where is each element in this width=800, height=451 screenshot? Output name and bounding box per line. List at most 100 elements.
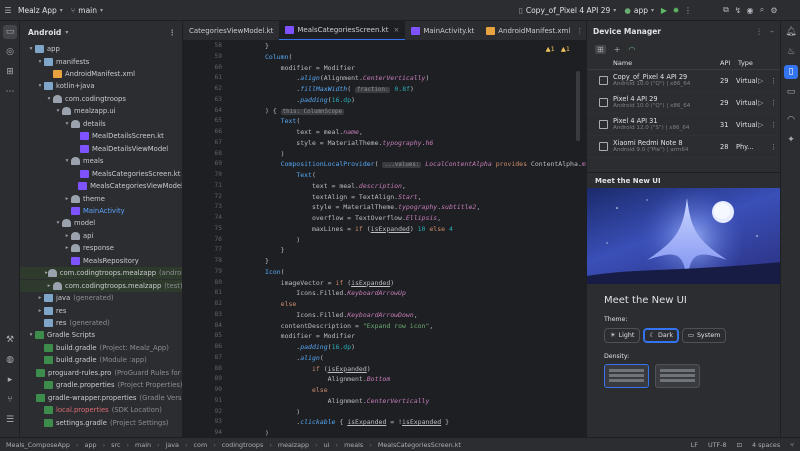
device-row[interactable]: Pixel 4 API 29 Android 10.0 ("Q") | x86_6…	[587, 92, 780, 114]
indent-setting[interactable]: 4 spaces	[752, 441, 780, 449]
editor-tab[interactable]: AndroidManifest.xml	[480, 21, 576, 40]
breadcrumb-item[interactable]: src	[111, 441, 120, 449]
tree-item[interactable]: MealsCategoriesViewModel	[20, 180, 182, 192]
apply-changes-icon[interactable]: ↯	[732, 4, 744, 16]
play-icon[interactable]: ▷	[758, 121, 763, 129]
breadcrumb-item[interactable]: codingtroops	[222, 441, 264, 449]
expand-arrow-icon[interactable]: ▸	[63, 245, 71, 251]
wifi-pair-icon[interactable]: ◠	[628, 45, 635, 54]
expand-arrow-icon[interactable]: ▾	[36, 59, 44, 65]
tree-item[interactable]: ▸ com.codingtroops.mealzapp (test)	[20, 279, 182, 292]
profile-icon[interactable]: ◉	[744, 4, 756, 16]
wifi-icon[interactable]: ◠	[784, 113, 798, 127]
tree-item[interactable]: settings.gradle (Project Settings)	[20, 417, 182, 429]
play-icon[interactable]: ▷	[758, 99, 763, 107]
expand-arrow-icon[interactable]: ▸	[45, 283, 53, 289]
tree-item[interactable]: build.gradle (Module :app)	[20, 354, 182, 366]
breadcrumb-item[interactable]: main	[135, 441, 151, 449]
lock-icon[interactable]: ⊡	[737, 441, 742, 449]
more-icon[interactable]: ⋮	[682, 4, 694, 16]
theme-option-dark[interactable]: ☾ Dark	[643, 328, 679, 343]
tree-item[interactable]: build.gradle (Project: Mealz_App)	[20, 342, 182, 354]
device-selector[interactable]: ▯ Copy_of_Pixel 4 API 29 ▾	[515, 6, 621, 15]
more-icon[interactable]: ⋮	[770, 77, 777, 85]
expand-arrow-icon[interactable]: ▾	[36, 83, 44, 89]
expand-arrow-icon[interactable]: ▾	[27, 332, 35, 338]
breadcrumb-item[interactable]: com	[194, 441, 208, 449]
project-selector[interactable]: Mealz App ▾	[14, 6, 67, 15]
breadcrumb-item[interactable]: mealzapp	[278, 441, 309, 449]
run-config-selector[interactable]: ● app ▾	[620, 6, 658, 15]
group-icon[interactable]: ⊞	[595, 44, 606, 54]
tree-item[interactable]: MealDetailsViewModel	[20, 143, 182, 155]
tree-item[interactable]: MealDetailsScreen.kt	[20, 130, 182, 142]
folder-icon[interactable]: ▭	[3, 25, 17, 39]
project-view-selector[interactable]: Android ▾ ⋮	[20, 21, 182, 43]
theme-option-light[interactable]: ☀ Light	[604, 328, 641, 343]
tree-item[interactable]: ▾ app	[20, 43, 182, 55]
tree-item[interactable]: ▾ Gradle Scripts	[20, 329, 182, 341]
main-menu-icon[interactable]: ☰	[2, 4, 14, 16]
add-icon[interactable]: +	[614, 45, 621, 54]
run-icon[interactable]: ▶	[658, 4, 670, 16]
file-encoding[interactable]: UTF-8	[708, 441, 727, 449]
tree-item[interactable]: ▸ res	[20, 304, 182, 316]
device-manager-icon[interactable]: ▯	[784, 65, 798, 79]
expand-arrow-icon[interactable]: ▸	[63, 233, 71, 239]
device-mirror-icon[interactable]: ⧉	[720, 4, 732, 16]
search-icon[interactable]: ⌕	[756, 4, 768, 16]
problems-icon[interactable]: ◍	[3, 353, 17, 367]
vcs-icon[interactable]: ⑂	[790, 441, 794, 449]
git-icon[interactable]: ⑂	[3, 393, 17, 407]
expand-arrow-icon[interactable]: ▾	[63, 121, 71, 127]
tree-item[interactable]: res (generated)	[20, 317, 182, 329]
breadcrumb-item[interactable]: MealsCategoriesScreen.kt	[378, 441, 461, 449]
tree-item[interactable]: ▾ manifests	[20, 55, 182, 67]
more-icon[interactable]: ⋮	[770, 99, 777, 107]
editor-scrollbar[interactable]	[576, 71, 580, 141]
more-icon[interactable]: ⋮	[169, 28, 177, 37]
tree-item[interactable]: MainActivity	[20, 205, 182, 217]
emulator-icon[interactable]: ▭	[784, 85, 798, 99]
device-row[interactable]: Xiaomi Redmi Note 8 Android 9.0 ("Pie") |…	[587, 136, 780, 158]
tree-item[interactable]: ▾ details	[20, 118, 182, 130]
expand-arrow-icon[interactable]: ▸	[63, 196, 71, 202]
debug-icon[interactable]: ✹	[670, 4, 682, 16]
logcat-icon[interactable]: ☰	[3, 413, 17, 427]
expand-arrow-icon[interactable]: ▾	[45, 96, 53, 102]
tree-item[interactable]: ▾ com.codingtroops	[20, 93, 182, 105]
tabs-more-icon[interactable]: ⋮	[576, 27, 586, 35]
terminal-icon[interactable]: ▸	[3, 373, 17, 387]
more-icon[interactable]: ⋮	[755, 27, 763, 36]
gradle-icon[interactable]: ♨	[784, 45, 798, 59]
more-icon[interactable]: ⋮	[770, 143, 777, 151]
tree-item[interactable]: MealsCategoriesScreen.kt	[20, 168, 182, 180]
editor-tab[interactable]: MealsCategoriesScreen.kt ×	[279, 21, 406, 40]
tree-item[interactable]: ▸ theme	[20, 192, 182, 204]
editor-tab[interactable]: MainActivity.kt	[405, 21, 480, 40]
expand-arrow-icon[interactable]: ▾	[54, 220, 62, 226]
device-row[interactable]: Copy_of_Pixel 4 API 29 Android 10.0 ("Q")…	[587, 70, 780, 92]
tree-item[interactable]: ▸ java (generated)	[20, 292, 182, 304]
breadcrumb-item[interactable]: Meals_ComposeApp	[6, 441, 70, 449]
theme-option-system[interactable]: ▭ System	[681, 328, 727, 343]
inspection-widget[interactable]: ▲1 ▲1	[546, 45, 570, 53]
tree-item[interactable]: local.properties (SDK Location)	[20, 404, 182, 416]
expand-arrow-icon[interactable]: ▾	[54, 108, 62, 114]
code-editor[interactable]: 58 59 60 61 62 63 64 65 66 67 68 69 70 71 72 73 74 75 76 77…	[183, 41, 586, 437]
settings-icon[interactable]: ⚙	[768, 4, 780, 16]
line-separator[interactable]: LF	[691, 441, 698, 449]
tree-item[interactable]: ▸ response	[20, 242, 182, 254]
tree-item[interactable]: ▸ api	[20, 230, 182, 242]
ai-icon[interactable]: ✦	[784, 133, 798, 147]
device-row[interactable]: Pixel 4 API 31 Android 12.0 ("S") | x86_6…	[587, 114, 780, 136]
close-tab-icon[interactable]: ×	[393, 26, 399, 34]
expand-arrow-icon[interactable]: ▾	[27, 46, 35, 52]
tree-item[interactable]: gradle-wrapper.properties(Gradle Version…	[20, 392, 182, 404]
tree-item[interactable]: gradle.properties (Project Properties)	[20, 379, 182, 391]
tree-item[interactable]: AndroidManifest.xml	[20, 68, 182, 80]
more-icon[interactable]: ⋮	[770, 121, 777, 129]
notifications-icon[interactable]: 🔔︎	[784, 25, 798, 39]
tree-item[interactable]: proguard-rules.pro(ProGuard Rules for ":…	[20, 367, 182, 379]
expand-arrow-icon[interactable]: ▸	[36, 295, 44, 301]
